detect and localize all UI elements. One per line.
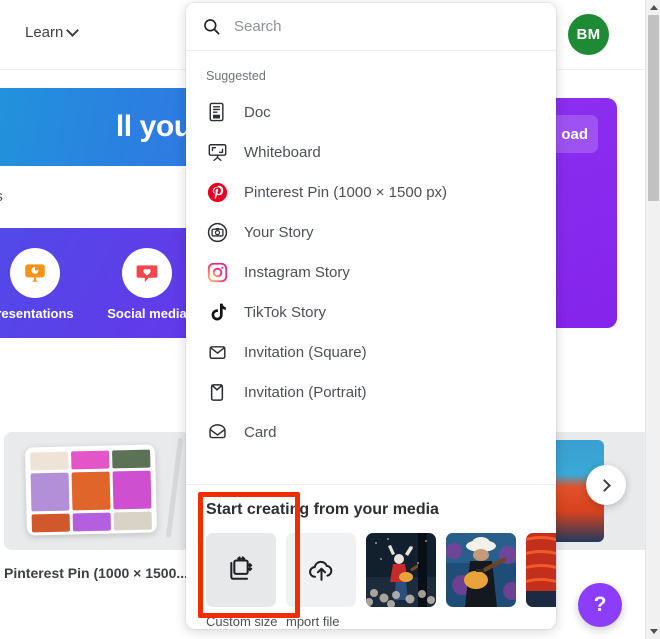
triangle-down-icon [649,629,658,634]
tile-custom-size-box[interactable] [206,533,276,607]
menu-item-pinterest-pin-label: Pinterest Pin (1000 × 1500 px) [244,183,448,201]
menu-item-your-story[interactable]: Your Story [186,212,556,252]
media-section: Start creating from your media Custom si… [186,484,556,629]
help-button[interactable]: ? [578,583,622,627]
menu-item-card[interactable]: Card [186,412,556,452]
template-card[interactable] [4,432,190,550]
doc-icon [206,101,228,123]
envelope-square-icon [206,341,228,363]
menu-item-invitation-square[interactable]: Invitation (Square) [186,332,556,372]
menu-item-instagram-story[interactable]: Instagram Story [186,252,556,292]
search-icon [204,19,220,35]
chevron-down-icon [66,24,80,37]
menu-item-whiteboard-label: Whiteboard [244,143,321,161]
tile-import-file[interactable]: mport file [286,533,356,629]
tile-photo-3[interactable] [526,533,556,629]
scrollbar-up-arrow[interactable] [646,0,660,15]
camera-circle-icon [206,221,228,243]
nav-item-learn-label: Learn [25,24,64,41]
tile-import-file-label: mport file [286,614,340,629]
media-section-title: Start creating from your media [206,501,439,518]
stylus-decoration [165,438,184,538]
scrollbar-down-arrow[interactable] [646,624,660,639]
envelope-card-icon [206,421,228,443]
template-thumbnail [24,444,158,536]
tiktok-icon [206,301,228,323]
upload-button-label: oad [561,125,588,143]
pinterest-icon [206,181,228,203]
template-card-label: Pinterest Pin (1000 × 1500... [4,565,189,581]
menu-item-invitation-portrait-label: Invitation (Portrait) [244,383,367,401]
tile-custom-size-label: Custom size [206,614,278,629]
menu-item-invitation-square-label: Invitation (Square) [244,343,367,361]
tile-photo-1[interactable] [366,533,436,629]
photo-thumbnail-2[interactable] [446,533,516,607]
media-tiles-row: Custom size mport file [186,533,556,629]
tile-photo-2[interactable] [446,533,516,629]
nav-item-learn[interactable]: Learn [25,24,80,41]
page-scrollbar[interactable] [645,0,660,639]
tile-import-file-box[interactable] [286,533,356,607]
heart-bubble-icon [122,248,172,298]
category-presentations-label: resentations [0,306,74,321]
menu-item-doc[interactable]: Doc [186,92,556,132]
menu-item-instagram-story-label: Instagram Story [244,263,350,281]
tile-custom-size[interactable]: Custom size [206,533,278,629]
triangle-up-icon [649,5,658,10]
envelope-portrait-icon [206,381,228,403]
menu-item-doc-label: Doc [244,103,271,121]
menu-item-card-label: Card [244,423,277,441]
cloud-upload-icon [308,560,332,581]
presentation-icon [10,248,60,298]
menu-item-whiteboard[interactable]: Whiteboard [186,132,556,172]
resize-icon [230,556,253,580]
avatar-initials: BM [576,26,601,43]
instagram-icon [206,261,228,283]
menu-item-pinterest-pin[interactable]: Pinterest Pin (1000 × 1500 px) [186,172,556,212]
photo-thumbnail-1[interactable] [366,533,436,607]
menu-item-invitation-portrait[interactable]: Invitation (Portrait) [186,372,556,412]
menu-item-your-story-label: Your Story [244,223,314,241]
scrollbar-thumb[interactable] [648,15,659,201]
search-input[interactable]: Search [234,18,282,35]
search-bar[interactable]: Search [186,3,556,51]
help-button-label: ? [593,593,607,616]
category-presentations[interactable]: resentations [0,248,90,321]
suggested-section-label: Suggested [206,69,266,83]
chevron-right-icon [598,478,611,492]
whiteboard-icon [206,141,228,163]
menu-item-tiktok-story[interactable]: TikTok Story [186,292,556,332]
hero-subtext: anva's [0,188,3,205]
suggested-items-list: Doc Whiteboard Pinterest Pin (1000 × 150… [186,92,556,484]
menu-item-tiktok-story-label: TikTok Story [244,303,326,321]
carousel-next-button[interactable] [586,465,626,505]
avatar[interactable]: BM [568,14,609,55]
create-design-dropdown: Search Suggested Doc Whiteboard Pinteres… [186,3,556,629]
photo-thumbnail-3[interactable] [526,533,556,607]
